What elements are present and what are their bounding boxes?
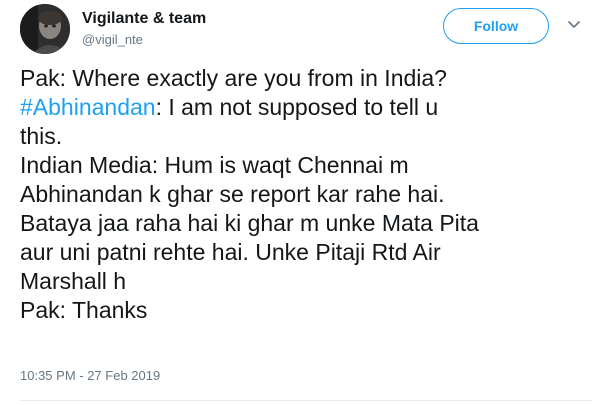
tweet-line: Marshall h bbox=[20, 268, 127, 294]
tweet-line: Pak: Thanks bbox=[20, 297, 148, 323]
tweet-line: Indian Media: Hum is waqt Chennai m bbox=[20, 152, 409, 178]
tweet-line: #Abhinandan: I am not supposed to tell u bbox=[20, 93, 590, 122]
tweet-card: Vigilante & team @vigil_nte Follow Pak: … bbox=[0, 0, 612, 405]
chevron-down-icon[interactable] bbox=[566, 16, 582, 32]
tweet-text: Pak: Where exactly are you from in India… bbox=[20, 64, 590, 325]
divider bbox=[20, 400, 592, 401]
follow-button[interactable]: Follow bbox=[443, 8, 549, 44]
author-handle[interactable]: @vigil_nte bbox=[82, 32, 143, 47]
avatar[interactable] bbox=[20, 4, 70, 54]
avatar-image bbox=[20, 4, 70, 54]
tweet-line: Pak: Where exactly are you from in India… bbox=[20, 65, 447, 91]
tweet-timestamp[interactable]: 10:35 PM - 27 Feb 2019 bbox=[20, 368, 160, 383]
tweet-line-text: : I am not supposed to tell u bbox=[155, 94, 439, 120]
tweet-line: this. bbox=[20, 123, 63, 149]
hashtag-link[interactable]: #Abhinandan bbox=[20, 94, 156, 120]
tweet-line: aur uni patni rehte hai. Unke Pitaji Rtd… bbox=[20, 239, 441, 265]
tweet-line: Abhinandan k ghar se report kar rahe hai… bbox=[20, 181, 445, 207]
author-display-name[interactable]: Vigilante & team bbox=[82, 10, 206, 28]
tweet-line: Bataya jaa raha hai ki ghar m unke Mata … bbox=[20, 210, 479, 236]
